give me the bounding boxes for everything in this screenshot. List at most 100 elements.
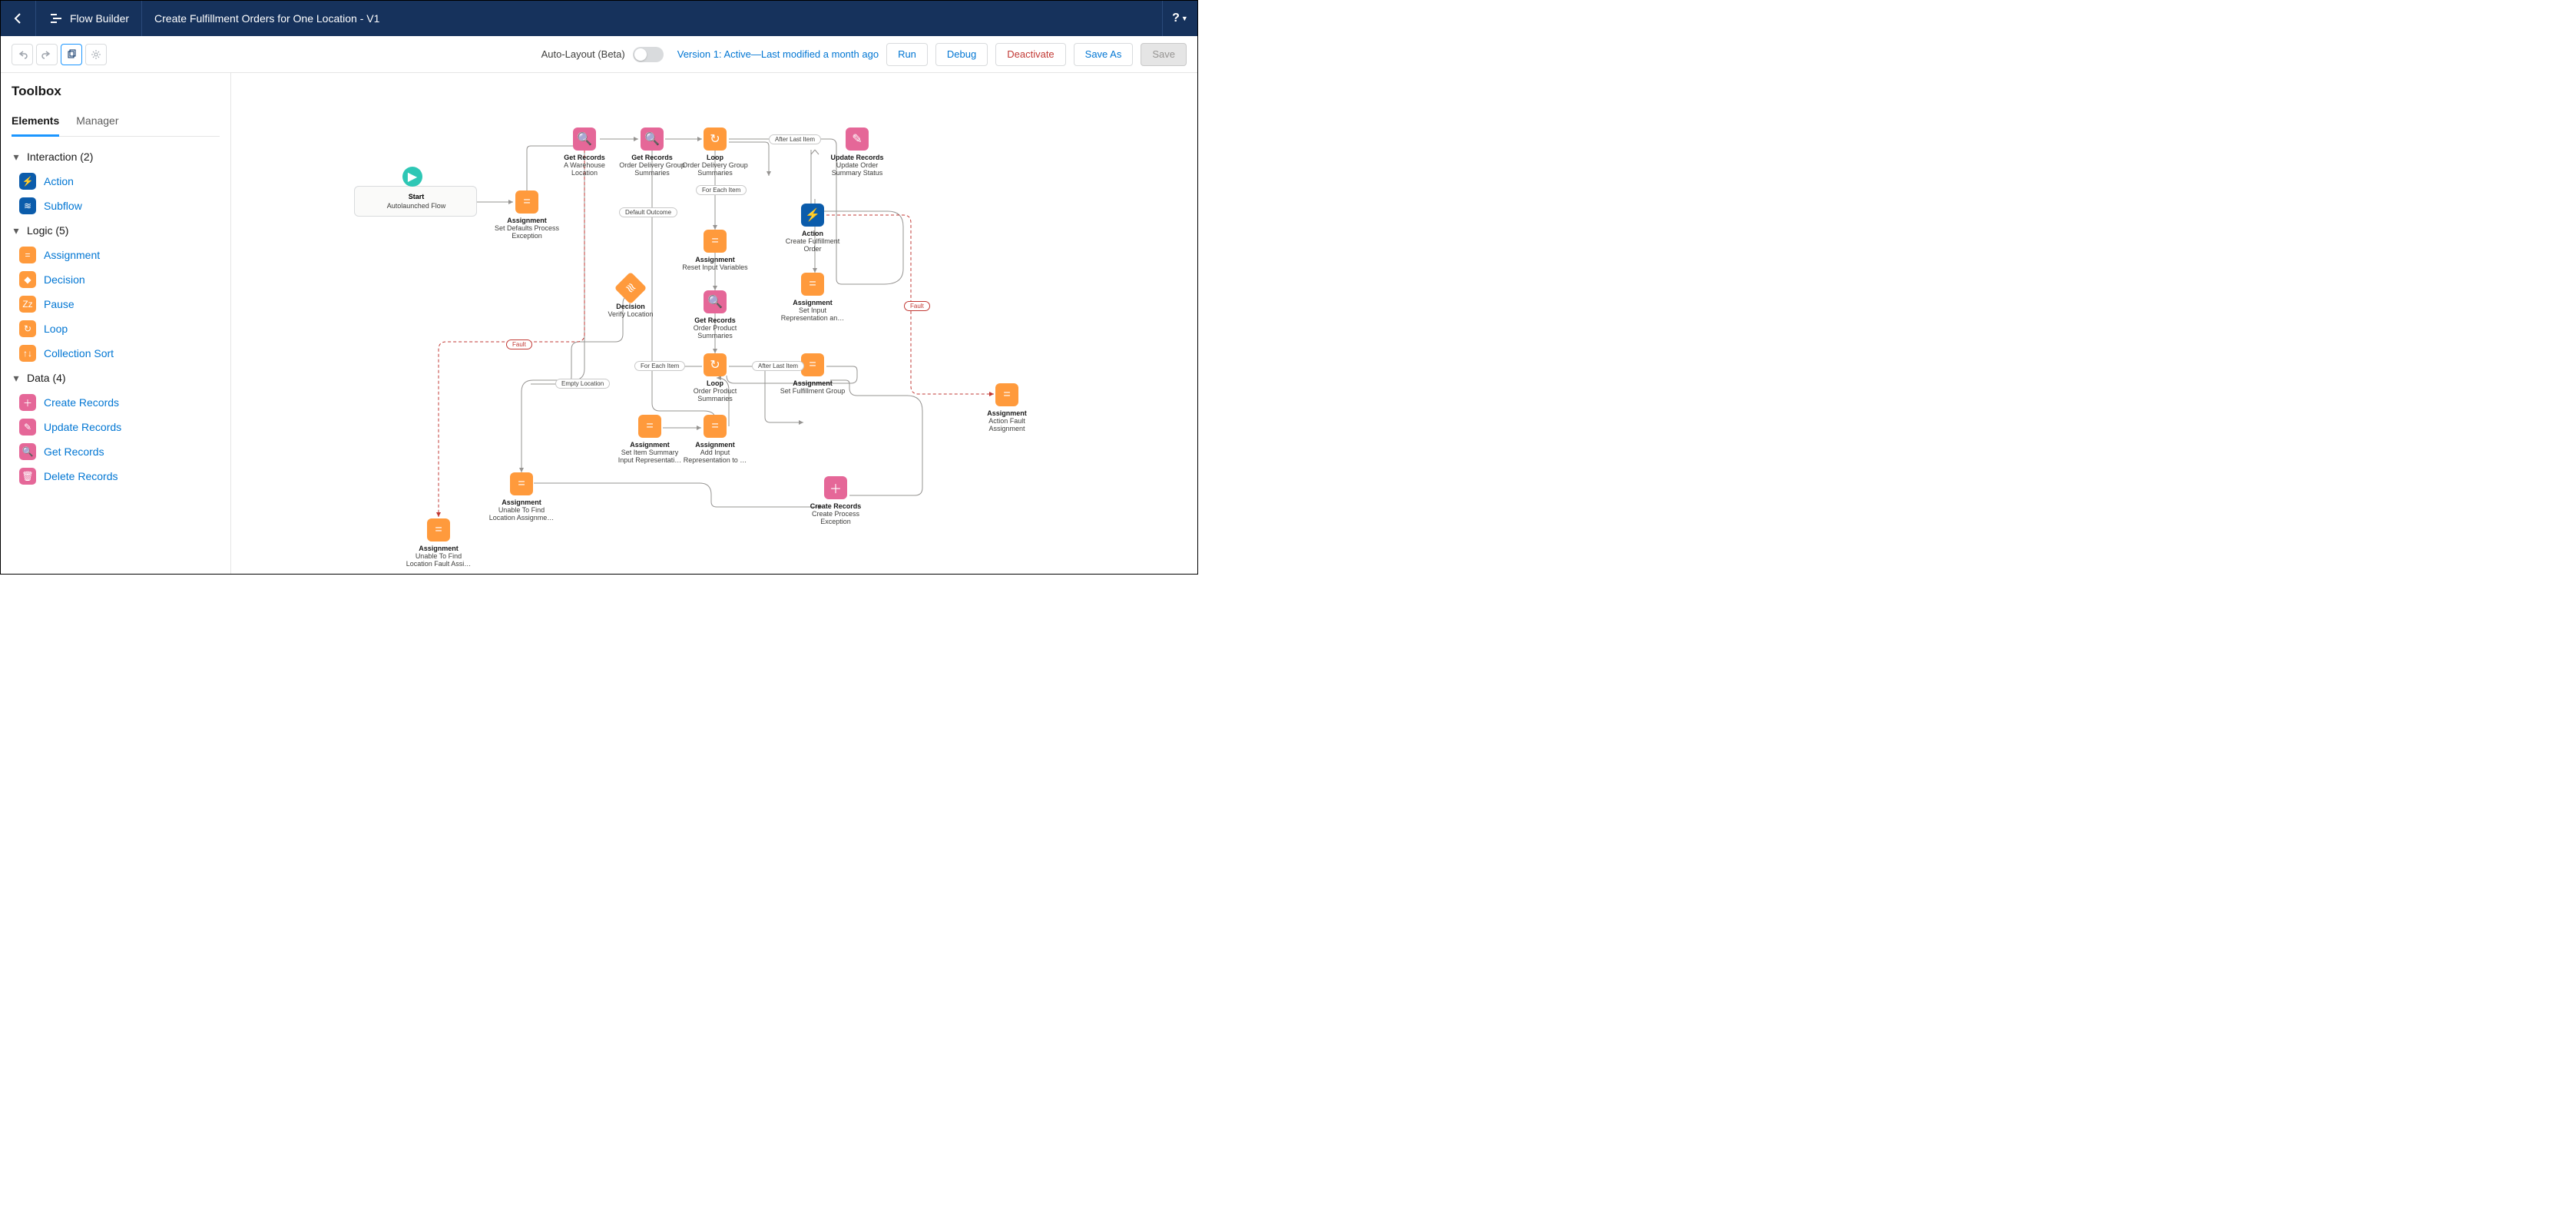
node-get-ops[interactable]: 🔍 Get Records Order Product Summaries: [680, 290, 750, 340]
run-button[interactable]: Run: [886, 43, 928, 66]
palette-decision[interactable]: ◆Decision: [12, 267, 220, 292]
node-assign-unable[interactable]: = Assignment Unable To Find Location Ass…: [487, 472, 556, 522]
tab-manager[interactable]: Manager: [76, 108, 118, 136]
deactivate-button[interactable]: Deactivate: [995, 43, 1065, 66]
pill-fault: Fault: [904, 301, 930, 311]
pill-for-each: For Each Item: [696, 185, 747, 195]
create-records-icon: ＋: [824, 476, 847, 499]
copy-icon: [66, 49, 77, 60]
tab-elements[interactable]: Elements: [12, 108, 59, 137]
pill-after-last: After Last Item: [769, 134, 821, 144]
node-update-status[interactable]: ✎ Update Records Update Order Summary St…: [823, 128, 892, 177]
node-assign-reset[interactable]: = Assignment Reset Input Variables: [680, 230, 750, 271]
redo-icon: [41, 49, 52, 60]
palette-pause[interactable]: ZzPause: [12, 292, 220, 316]
help-button[interactable]: ? ▼: [1162, 1, 1197, 36]
action-icon: ⚡: [19, 173, 36, 190]
node-action-cfo[interactable]: ⚡ Action Create Fulfillment Order: [778, 204, 847, 253]
palette-collection-sort[interactable]: ↑↓Collection Sort: [12, 341, 220, 366]
chevron-down-icon: ▾: [12, 226, 21, 235]
assignment-icon: =: [704, 415, 727, 438]
pill-fault: Fault: [506, 339, 532, 349]
save-button[interactable]: Save: [1141, 43, 1187, 66]
toolbox-tabs: Elements Manager: [12, 108, 220, 137]
settings-button[interactable]: [85, 44, 107, 65]
node-assign-action-fault[interactable]: = Assignment Action Fault Assignment: [972, 383, 1041, 433]
node-assign-item-sum[interactable]: = Assignment Set Item Summary Input Repr…: [615, 415, 684, 465]
assignment-icon: =: [515, 190, 538, 214]
pill-default-outcome: Default Outcome: [619, 207, 677, 217]
palette-subflow[interactable]: ≋Subflow: [12, 194, 220, 218]
save-as-button[interactable]: Save As: [1074, 43, 1134, 66]
palette-update-records[interactable]: ✎Update Records: [12, 415, 220, 439]
flow-builder-icon: [48, 11, 64, 26]
get-records-icon: 🔍: [19, 443, 36, 460]
palette-assignment[interactable]: =Assignment: [12, 243, 220, 267]
palette-delete-records[interactable]: 🗑Delete Records: [12, 464, 220, 488]
chevron-down-icon: ▾: [12, 152, 21, 161]
node-get-warehouse[interactable]: 🔍 Get Records A Warehouse Location: [550, 128, 619, 177]
action-icon: ⚡: [801, 204, 824, 227]
node-assign-defaults[interactable]: = Assignment Set Defaults Process Except…: [492, 190, 561, 240]
get-records-icon: 🔍: [641, 128, 664, 151]
sort-icon: ↑↓: [19, 345, 36, 362]
category-data[interactable]: ▾ Data (4): [12, 366, 220, 390]
get-records-icon: 🔍: [704, 290, 727, 313]
copy-button[interactable]: [61, 44, 82, 65]
loop-icon: ↻: [704, 128, 727, 151]
update-records-icon: ✎: [846, 128, 869, 151]
get-records-icon: 🔍: [573, 128, 596, 151]
assignment-icon: =: [638, 415, 661, 438]
decision-icon: ≋: [614, 272, 647, 304]
loop-icon: ↻: [19, 320, 36, 337]
pill-after-last: After Last Item: [752, 361, 804, 371]
pill-empty-location: Empty Location: [555, 379, 610, 389]
node-create-process-exc[interactable]: ＋ Create Records Create Process Exceptio…: [801, 476, 870, 526]
palette-loop[interactable]: ↻Loop: [12, 316, 220, 341]
breadcrumb: Create Fulfillment Orders for One Locati…: [142, 12, 392, 25]
palette-action[interactable]: ⚡Action: [12, 169, 220, 194]
assignment-icon: =: [427, 518, 450, 541]
toolbox-title: Toolbox: [12, 84, 220, 99]
app-name: Flow Builder: [70, 12, 129, 25]
decision-icon: ◆: [19, 271, 36, 288]
palette-get-records[interactable]: 🔍Get Records: [12, 439, 220, 464]
subflow-icon: ≋: [19, 197, 36, 214]
flow-canvas[interactable]: ▶ Start Autolaunched Flow = Assignment S…: [231, 73, 1197, 574]
node-assign-unable-fault[interactable]: = Assignment Unable To Find Location Fau…: [404, 518, 473, 568]
node-start[interactable]: ▶ Start Autolaunched Flow: [354, 186, 477, 217]
category-logic[interactable]: ▾ Logic (5): [12, 218, 220, 243]
node-assign-add-input[interactable]: = Assignment Add Input Representation to…: [680, 415, 750, 465]
update-records-icon: ✎: [19, 419, 36, 436]
gear-icon: [91, 49, 101, 60]
node-assign-set-input[interactable]: = Assignment Set Input Representation an…: [778, 273, 847, 323]
toolbar: Auto-Layout (Beta) Version 1: Active—Las…: [1, 36, 1197, 73]
category-interaction[interactable]: ▾ Interaction (2): [12, 144, 220, 169]
version-link[interactable]: Version 1: Active—Last modified a month …: [677, 48, 879, 60]
pill-for-each: For Each Item: [634, 361, 685, 371]
node-assign-set-fg[interactable]: = Assignment Set Fulfillment Group: [778, 353, 847, 395]
node-decision-verify[interactable]: ≋ Decision Verify Location: [596, 277, 665, 318]
assignment-icon: =: [19, 247, 36, 263]
play-icon: ▶: [402, 167, 422, 187]
assignment-icon: =: [510, 472, 533, 495]
debug-button[interactable]: Debug: [935, 43, 988, 66]
auto-layout-label: Auto-Layout (Beta): [541, 48, 625, 60]
node-loop-ops[interactable]: ↻ Loop Order Product Summaries: [680, 353, 750, 403]
assignment-icon: =: [801, 273, 824, 296]
undo-icon: [17, 49, 28, 60]
app-title-cell: Flow Builder: [36, 1, 142, 36]
chevron-down-icon: ▾: [12, 373, 21, 383]
redo-button[interactable]: [36, 44, 58, 65]
palette-create-records[interactable]: ＋Create Records: [12, 390, 220, 415]
node-loop-odgs[interactable]: ↻ Loop Order Delivery Group Summaries: [680, 128, 750, 177]
assignment-icon: =: [995, 383, 1018, 406]
undo-button[interactable]: [12, 44, 33, 65]
auto-layout-toggle[interactable]: [633, 47, 664, 62]
node-get-odgs[interactable]: 🔍 Get Records Order Delivery Group Summa…: [618, 128, 687, 177]
loop-icon: ↻: [704, 353, 727, 376]
back-arrow-icon: [12, 12, 25, 25]
assignment-icon: =: [704, 230, 727, 253]
back-button[interactable]: [1, 1, 36, 36]
assignment-icon: =: [801, 353, 824, 376]
